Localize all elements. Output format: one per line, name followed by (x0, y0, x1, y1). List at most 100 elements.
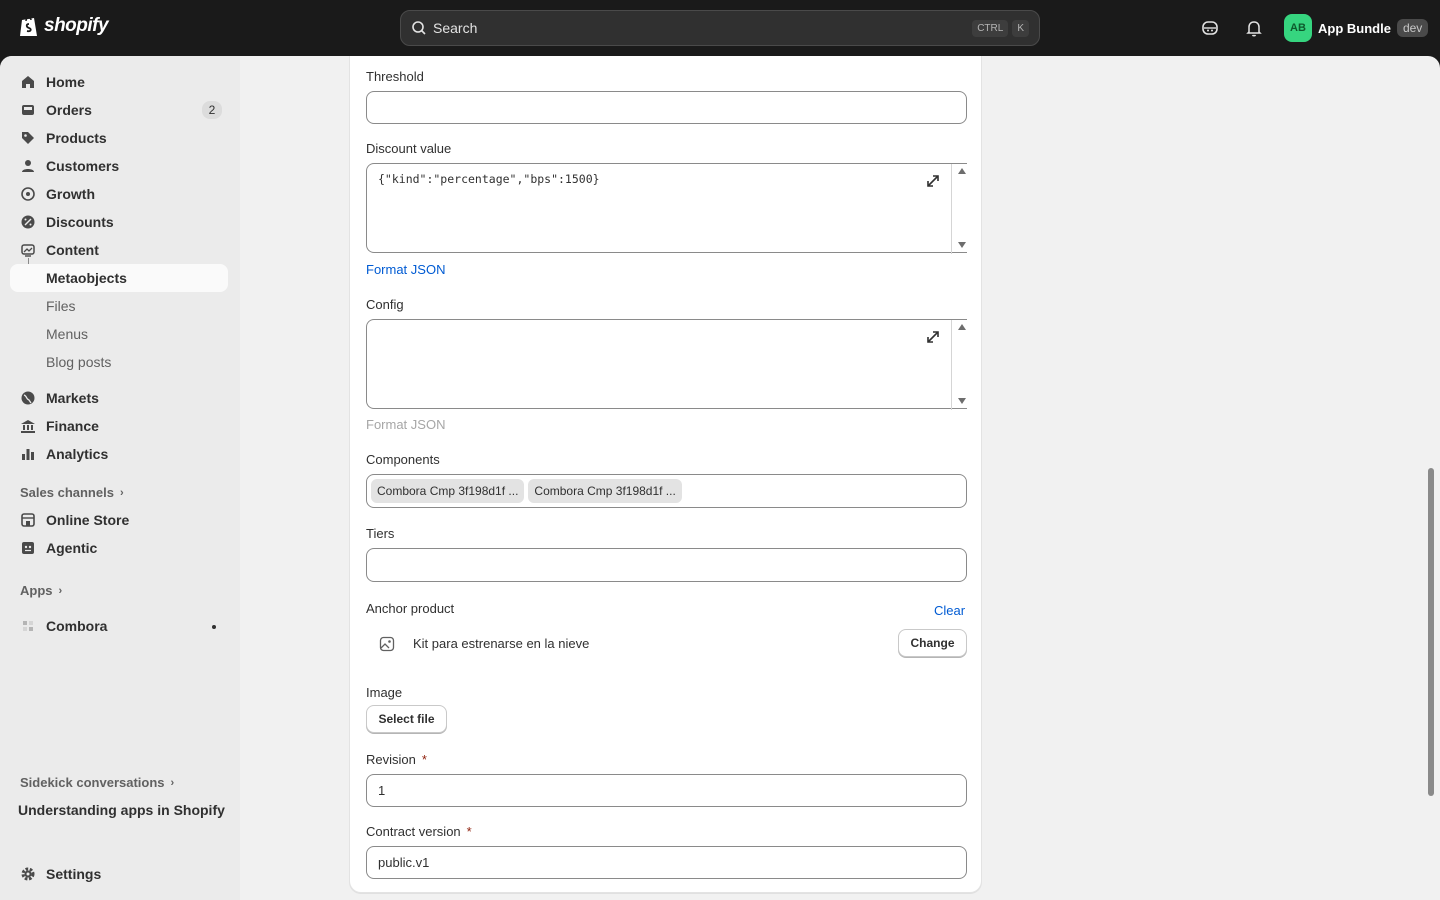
contract-version-label-text: Contract version (366, 824, 461, 839)
sidebar: Home Orders 2 Products Customers Growth … (0, 56, 240, 900)
components-input[interactable]: Combora Cmp 3f198d1f ... Combora Cmp 3f1… (366, 474, 967, 508)
apps-header[interactable]: Apps › (20, 583, 62, 598)
sidebar-item-label: Discounts (46, 214, 114, 230)
sidebar-item-label: Home (46, 74, 85, 90)
threshold-label: Threshold (366, 69, 424, 84)
discount-value-textarea[interactable]: {"kind":"percentage","bps":1500} (366, 163, 967, 254)
search-bar[interactable]: Search CTRL K (400, 10, 1040, 46)
sidebar-item-label: Growth (46, 186, 95, 202)
clear-link[interactable]: Clear (934, 603, 965, 618)
sidebar-item-discounts[interactable]: Discounts (10, 208, 228, 236)
config-textarea[interactable] (366, 319, 967, 410)
store-name: App Bundle (1318, 20, 1391, 36)
textarea-body (367, 320, 952, 410)
content-icon (21, 244, 35, 257)
discount-value-text: {"kind":"percentage","bps":1500} (378, 172, 600, 186)
textarea-body: {"kind":"percentage","bps":1500} (367, 164, 952, 254)
scroll-up-arrow[interactable] (958, 324, 966, 330)
scroll-down-arrow[interactable] (958, 242, 966, 248)
logo-text: shopify (44, 15, 109, 36)
sidebar-item-label: Settings (46, 866, 102, 882)
sidebar-item-label: Menus (46, 326, 89, 342)
dev-badge: dev (1396, 19, 1429, 37)
sidebar-item-settings[interactable]: Settings (10, 860, 228, 888)
agentic-icon (22, 542, 34, 554)
sidebar-item-growth[interactable]: Growth (10, 180, 228, 208)
shortcut-k: K (1012, 19, 1029, 37)
orders-count-badge: 2 (202, 101, 222, 119)
shopify-bag-icon (20, 17, 37, 36)
gear-icon (21, 867, 35, 881)
sidebar-item-menus[interactable]: Menus (10, 320, 228, 348)
chevron-right-icon: › (58, 584, 63, 597)
search-placeholder: Search (433, 20, 478, 36)
home-icon (22, 76, 34, 88)
sidebar-item-label: Customers (46, 158, 120, 174)
sidebar-item-combora[interactable]: Combora (10, 612, 228, 640)
tiers-label: Tiers (366, 526, 395, 541)
sidebar-item-finance[interactable]: Finance (10, 412, 228, 440)
component-chip[interactable]: Combora Cmp 3f198d1f ... (528, 479, 682, 503)
components-label: Components (366, 452, 440, 467)
sidebar-item-markets[interactable]: Markets (10, 384, 228, 412)
expand-icon[interactable] (924, 328, 942, 346)
inbox-icon (22, 105, 34, 115)
sidebar-item-content[interactable]: Content (10, 236, 228, 264)
admin-frame: Home Orders 2 Products Customers Growth … (0, 56, 1440, 900)
sidebar-item-customers[interactable]: Customers (10, 152, 228, 180)
chevron-right-icon: › (170, 776, 175, 789)
section-label: Sales channels (20, 485, 114, 500)
revision-label: Revision * (366, 752, 427, 767)
tiers-input[interactable] (366, 548, 967, 582)
shortcut-ctrl: CTRL (972, 19, 1009, 37)
sidebar-item-home[interactable]: Home (10, 68, 228, 96)
scroll-up-arrow[interactable] (958, 168, 966, 174)
scroll-down-arrow[interactable] (958, 398, 966, 404)
sidebar-item-label: Markets (46, 390, 99, 406)
anchor-product-label: Anchor product (366, 601, 455, 616)
bank-icon (21, 420, 35, 433)
chevron-right-icon: › (119, 486, 124, 499)
sales-channels-header[interactable]: Sales channels › (20, 485, 124, 500)
bell-icon[interactable] (1244, 18, 1264, 38)
store-switcher[interactable]: AB App Bundle dev (1284, 14, 1429, 42)
sidebar-item-online-store[interactable]: Online Store (10, 506, 228, 534)
expand-icon[interactable] (924, 172, 942, 190)
sidebar-item-label: Orders (46, 102, 92, 118)
sidekick-header[interactable]: Sidekick conversations › (20, 775, 174, 790)
discount-icon (21, 215, 35, 229)
component-chip[interactable]: Combora Cmp 3f198d1f ... (371, 479, 525, 503)
store-avatar: AB (1284, 14, 1312, 42)
tag-icon (22, 132, 34, 144)
sidebar-item-orders[interactable]: Orders 2 (10, 96, 228, 124)
select-file-button[interactable]: Select file (366, 705, 447, 733)
format-json-link[interactable]: Format JSON (366, 262, 445, 277)
contract-version-label: Contract version * (366, 824, 472, 839)
sidebar-item-metaobjects[interactable]: Metaobjects (10, 264, 228, 292)
sidebar-item-label: Agentic (46, 540, 98, 556)
contract-version-input[interactable]: public.v1 (366, 846, 967, 879)
globe-icon (21, 391, 35, 405)
sidebar-item-analytics[interactable]: Analytics (10, 440, 228, 468)
page-scrollbar-thumb[interactable] (1428, 468, 1434, 796)
revision-input[interactable]: 1 (366, 774, 967, 807)
sidebar-item-label: Analytics (46, 446, 109, 462)
image-placeholder-icon (379, 636, 395, 652)
change-button[interactable]: Change (898, 629, 967, 657)
person-icon (22, 160, 34, 172)
top-bar: shopify Search CTRL K AB App Bundle dev (0, 0, 1440, 56)
sidebar-item-label: Metaobjects (46, 270, 127, 286)
sidebar-item-products[interactable]: Products (10, 124, 228, 152)
sidebar-item-label: Content (46, 242, 99, 258)
sidebar-item-agentic[interactable]: Agentic (10, 534, 228, 562)
threshold-input[interactable] (366, 91, 967, 124)
search-icon (412, 21, 426, 35)
shopify-logo[interactable]: shopify (18, 14, 109, 38)
sidebar-item-blog-posts[interactable]: Blog posts (10, 348, 228, 376)
sidekick-conversation-item[interactable]: Understanding apps in Shopify (18, 802, 225, 818)
sidekick-icon[interactable] (1200, 18, 1220, 38)
config-label: Config (366, 297, 404, 312)
required-asterisk: * (421, 752, 427, 767)
sidebar-item-files[interactable]: Files (10, 292, 228, 320)
sidebar-item-label: Finance (46, 418, 99, 434)
